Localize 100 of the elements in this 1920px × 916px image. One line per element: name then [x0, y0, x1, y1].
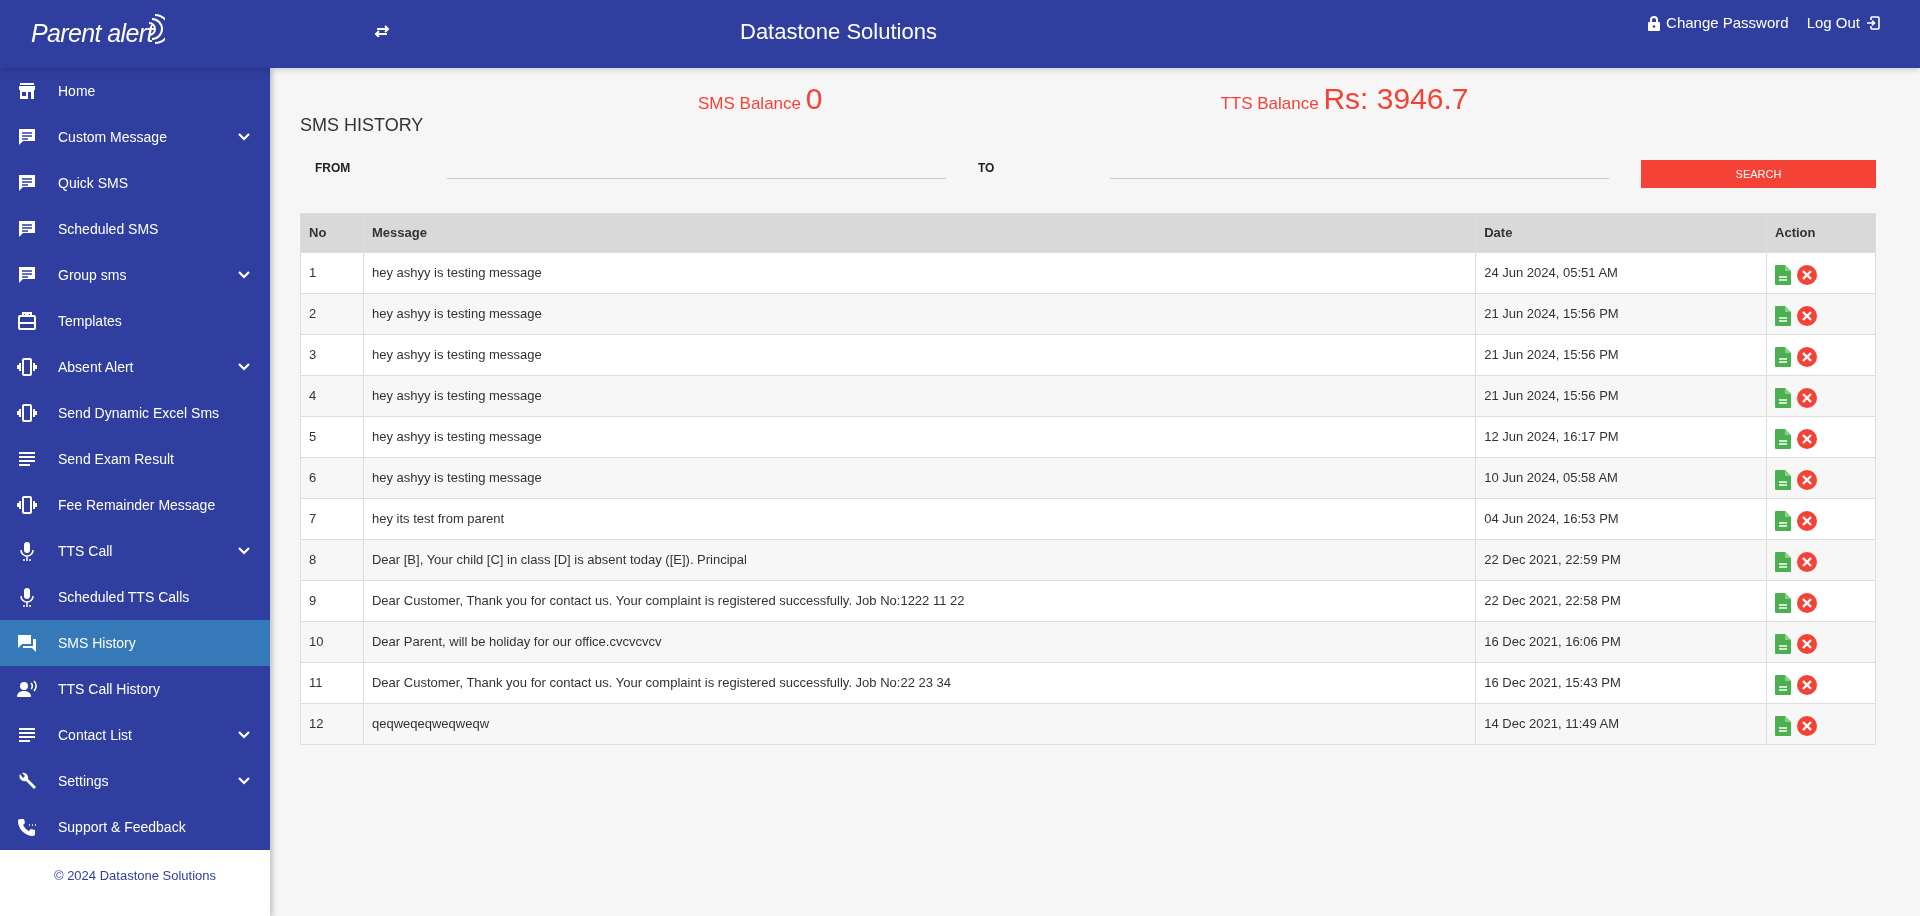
vibration-icon — [16, 403, 38, 423]
swap-icon[interactable] — [374, 25, 390, 37]
phone-icon — [16, 817, 38, 837]
table-cell: 3 — [300, 334, 364, 376]
table-cell: 1 — [300, 252, 364, 294]
table-cell: 12 — [300, 703, 364, 745]
to-label: TO — [978, 160, 996, 177]
table-cell: 10 Jun 2024, 05:58 AM — [1475, 457, 1767, 499]
vibration-icon — [16, 495, 38, 515]
table-cell: 22 Dec 2021, 22:58 PM — [1475, 580, 1767, 622]
table-cell: Dear Customer, Thank you for contact us. Your complaint is registered successfully. Job No:22 23 34 — [363, 662, 1476, 704]
chevron-down-icon — [238, 133, 250, 141]
table-cell: 9 — [300, 580, 364, 622]
logout-link[interactable]: Log Out — [1806, 11, 1880, 35]
table-cell: 12 Jun 2024, 16:17 PM — [1475, 416, 1767, 458]
document-icon[interactable] — [1775, 511, 1791, 531]
briefcase-icon — [16, 311, 38, 331]
table-cell: 21 Jun 2024, 15:56 PM — [1475, 334, 1767, 376]
table-cell: 24 Jun 2024, 05:51 AM — [1475, 252, 1767, 294]
wrench-icon — [16, 771, 38, 791]
chevron-down-icon — [238, 271, 250, 279]
message-icon — [16, 265, 38, 285]
table-cell: hey its test from parent — [363, 498, 1476, 540]
lines-icon — [16, 449, 38, 469]
table-cell: hey ashyy is testing message — [363, 252, 1476, 294]
column-header: Date — [1475, 213, 1767, 253]
table-cell: Dear Customer, Thank you for contact us. Your complaint is registered successfully. Job No:1222 11 22 — [363, 580, 1476, 622]
column-header: No — [300, 213, 364, 253]
lines-icon — [16, 725, 38, 745]
table-cell: 7 — [300, 498, 364, 540]
table-cell: 22 Dec 2021, 22:59 PM — [1475, 539, 1767, 581]
document-icon[interactable] — [1775, 347, 1791, 367]
delete-icon[interactable] — [1797, 511, 1817, 531]
document-icon[interactable] — [1775, 675, 1791, 695]
tts-balance: TTS Balance Rs: 3946.7 — [1220, 81, 1469, 117]
table-cell: 04 Jun 2024, 16:53 PM — [1475, 498, 1767, 540]
chat-bubbles-icon — [16, 633, 38, 653]
delete-icon[interactable] — [1797, 388, 1817, 408]
table-cell: hey ashyy is testing message — [363, 457, 1476, 499]
delete-icon[interactable] — [1797, 470, 1817, 490]
table-cell: 5 — [300, 416, 364, 458]
page-title: SMS HISTORY — [300, 114, 425, 137]
delete-icon[interactable] — [1797, 552, 1817, 572]
document-icon[interactable] — [1775, 306, 1791, 326]
table-cell: 11 — [300, 662, 364, 704]
table-cell: 2 — [300, 293, 364, 335]
app-title: Datastone Solutions — [740, 17, 937, 46]
table-cell: hey ashyy is testing message — [363, 293, 1476, 335]
lock-icon — [1648, 15, 1661, 31]
chevron-down-icon — [238, 547, 250, 555]
table-cell: 16 Dec 2021, 15:43 PM — [1475, 662, 1767, 704]
table-cell: 4 — [300, 375, 364, 417]
delete-icon[interactable] — [1797, 306, 1817, 326]
document-icon[interactable] — [1775, 593, 1791, 613]
delete-icon[interactable] — [1797, 716, 1817, 736]
document-icon[interactable] — [1775, 429, 1791, 449]
delete-icon[interactable] — [1797, 593, 1817, 613]
column-header: Action — [1766, 213, 1876, 253]
message-icon — [16, 219, 38, 239]
table-cell: hey ashyy is testing message — [363, 375, 1476, 417]
person-speaking-icon — [16, 679, 38, 699]
delete-icon[interactable] — [1797, 675, 1817, 695]
table-cell: qeqweqeqweqweqw — [363, 703, 1476, 745]
table-cell: Dear [B], Your child [C] in class [D] is absent today ([E]). Principal — [363, 539, 1476, 581]
document-icon[interactable] — [1775, 716, 1791, 736]
document-icon[interactable] — [1775, 470, 1791, 490]
table-cell: Dear Parent, will be holiday for our office.cvcvcvcv — [363, 621, 1476, 663]
sms-balance: SMS Balance 0 — [698, 81, 823, 117]
document-icon[interactable] — [1775, 388, 1791, 408]
delete-icon[interactable] — [1797, 429, 1817, 449]
delete-icon[interactable] — [1797, 347, 1817, 367]
chevron-down-icon — [238, 731, 250, 739]
table-cell: 21 Jun 2024, 15:56 PM — [1475, 293, 1767, 335]
table-cell: 8 — [300, 539, 364, 581]
vibration-icon — [16, 357, 38, 377]
table-cell: hey ashyy is testing message — [363, 416, 1476, 458]
store-icon — [16, 81, 38, 101]
document-icon[interactable] — [1775, 634, 1791, 654]
table-cell: 16 Dec 2021, 16:06 PM — [1475, 621, 1767, 663]
column-header: Message — [363, 213, 1476, 253]
search-button[interactable]: SEARCH — [1641, 160, 1876, 188]
logo: Parent alert — [31, 18, 153, 50]
logout-icon — [1866, 16, 1880, 30]
table-cell: 14 Dec 2021, 11:49 AM — [1475, 703, 1767, 745]
document-icon[interactable] — [1775, 552, 1791, 572]
message-icon — [16, 127, 38, 147]
table-cell: 21 Jun 2024, 15:56 PM — [1475, 375, 1767, 417]
copyright-text: © 2024 Datastone Solutions — [52, 867, 218, 885]
sidebar-item[interactable]: SMS History — [0, 620, 270, 666]
chevron-down-icon — [238, 363, 250, 371]
from-label: FROM — [315, 160, 352, 177]
table-cell: 6 — [300, 457, 364, 499]
delete-icon[interactable] — [1797, 265, 1817, 285]
delete-icon[interactable] — [1797, 634, 1817, 654]
change-password-link[interactable]: Change Password — [1648, 11, 1789, 35]
table-cell: 10 — [300, 621, 364, 663]
table-cell: hey ashyy is testing message — [363, 334, 1476, 376]
document-icon[interactable] — [1775, 265, 1791, 285]
chevron-down-icon — [238, 777, 250, 785]
message-icon — [16, 173, 38, 193]
